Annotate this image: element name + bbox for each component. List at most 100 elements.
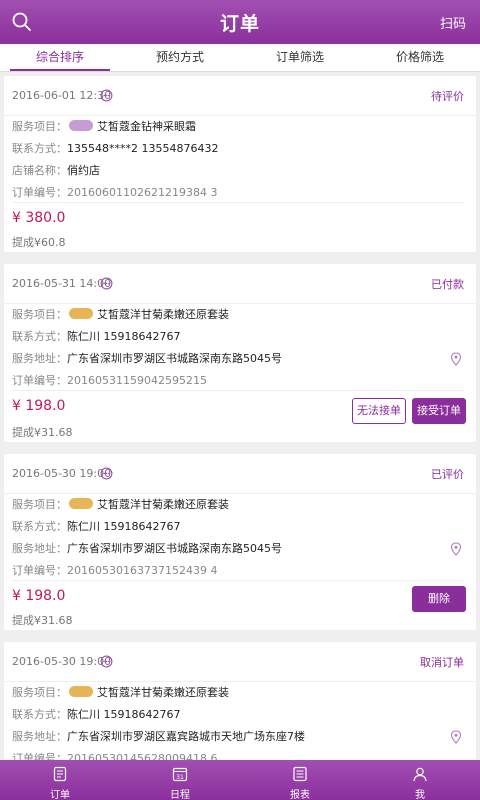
app-header: 订单 扫码 (0, 0, 480, 44)
service-name: 艾皙蔻洋甘菊柔嫩还原套装 (97, 308, 229, 321)
nav-label: 日程 (170, 790, 190, 800)
nav-reports[interactable]: 报表 (240, 760, 360, 800)
service-tag-icon (69, 120, 93, 131)
order-no-row: 订单编号：20160530163737152439 4 (12, 562, 217, 578)
commission: 提成¥31.68 (12, 426, 73, 439)
tab-price-filter[interactable]: 价格筛选 (360, 44, 480, 71)
order-time: 2016-05-31 14:00 (12, 277, 112, 290)
order-card[interactable]: 2016-06-01 12:30 待评价 服务项目： 艾皙蔻金钻神采眼霜 联系方式… (4, 76, 476, 252)
location-pin-icon[interactable] (450, 542, 462, 556)
order-no-row: 订单编号：20160601102621219384 3 (12, 184, 217, 200)
contact-row: 联系方式：陈仁川 15918642767 (12, 518, 180, 534)
accept-order-button[interactable]: 接受订单 (412, 398, 466, 424)
divider (12, 580, 464, 581)
location-pin-icon[interactable] (450, 352, 462, 366)
user-icon (413, 767, 427, 782)
location-pin-icon[interactable] (450, 730, 462, 744)
label: 服务地址： (12, 542, 67, 555)
order-status: 取消订单 (420, 656, 464, 669)
tab-order-filter[interactable]: 订单筛选 (240, 44, 360, 71)
contact-value: 陈仁川 15918642767 (67, 520, 181, 533)
service-name: 艾皙蔻洋甘菊柔嫩还原套装 (97, 498, 229, 511)
label: 订单编号： (12, 752, 67, 760)
report-icon (293, 766, 307, 782)
order-number: 20160601102621219384 3 (67, 186, 218, 199)
service-name: 艾皙蔻洋甘菊柔嫩还原套装 (97, 686, 229, 699)
address-value: 广东省深圳市罗湖区书城路深南东路5045号 (67, 352, 282, 365)
label: 联系方式： (12, 330, 67, 343)
order-number: 20160530163737152439 4 (67, 564, 218, 577)
address-row: 服务地址：广东省深圳市罗湖区嘉宾路城市天地广场东座7楼 (12, 728, 305, 744)
address-row: 服务地址：广东省深圳市罗湖区书城路深南东路5045号 (12, 350, 282, 366)
service-name: 艾皙蔻金钻神采眼霜 (97, 120, 196, 133)
label: 订单编号： (12, 564, 67, 577)
label: 服务项目： (12, 120, 67, 133)
service-row: 服务项目： 艾皙蔻洋甘菊柔嫩还原套装 (12, 496, 229, 512)
label: 服务地址： (12, 352, 67, 365)
order-price: ¥ 380.0 (12, 210, 66, 226)
tab-sort[interactable]: 综合排序 (0, 44, 120, 71)
contact-value: 135548****2 13554876432 (67, 142, 219, 155)
search-icon[interactable] (10, 10, 34, 34)
order-time: 2016-05-30 19:00 (12, 655, 112, 668)
order-number: 20160531159042595215 (67, 374, 207, 387)
address-value: 广东省深圳市罗湖区书城路深南东路5045号 (67, 542, 282, 555)
contact-value: 陈仁川 15918642767 (67, 330, 181, 343)
address-row: 服务地址：广东省深圳市罗湖区书城路深南东路5045号 (12, 540, 282, 556)
chat-icon[interactable] (100, 467, 113, 480)
order-card[interactable]: 2016-05-30 19:00 已评价 服务项目： 艾皙蔻洋甘菊柔嫩还原套装 联… (4, 454, 476, 630)
commission: 提成¥60.8 (12, 236, 66, 249)
order-number: 20160530145628009418 6 (67, 752, 218, 760)
contact-row: 联系方式：陈仁川 15918642767 (12, 706, 180, 722)
scan-button[interactable]: 扫码 (440, 13, 466, 32)
nav-label: 报表 (290, 790, 310, 800)
chat-icon[interactable] (100, 655, 113, 668)
label: 联系方式： (12, 520, 67, 533)
order-price: ¥ 198.0 (12, 588, 66, 604)
label: 联系方式： (12, 142, 67, 155)
service-row: 服务项目： 艾皙蔻洋甘菊柔嫩还原套装 (12, 684, 229, 700)
calendar-day: 31 (176, 774, 184, 781)
service-tag-icon (69, 308, 93, 319)
nav-orders[interactable]: 订单 (0, 760, 120, 800)
address-value: 广东省深圳市罗湖区嘉宾路城市天地广场东座7楼 (67, 730, 305, 743)
order-header: 2016-05-31 14:00 已付款 (4, 264, 476, 304)
order-header: 2016-05-30 19:00 已评价 (4, 454, 476, 494)
order-price: ¥ 198.0 (12, 398, 66, 414)
order-no-row: 订单编号：20160531159042595215 (12, 372, 207, 388)
page-title: 订单 (219, 12, 260, 35)
nav-label: 订单 (50, 790, 70, 800)
order-header: 2016-05-30 19:00 取消订单 (4, 642, 476, 682)
delete-order-button[interactable]: 删除 (412, 586, 466, 612)
service-row: 服务项目： 艾皙蔻洋甘菊柔嫩还原套装 (12, 306, 229, 322)
order-list-icon (53, 766, 67, 782)
store-name: 俏约店 (67, 164, 100, 177)
contact-row: 联系方式：135548****2 13554876432 (12, 140, 218, 156)
nav-me[interactable]: 我 (360, 760, 480, 800)
order-card[interactable]: 2016-05-31 14:00 已付款 服务项目： 艾皙蔻洋甘菊柔嫩还原套装 联… (4, 264, 476, 442)
commission: 提成¥31.68 (12, 614, 73, 627)
reject-order-button[interactable]: 无法接单 (352, 398, 406, 424)
chat-icon[interactable] (100, 89, 113, 102)
tab-booking[interactable]: 预约方式 (120, 44, 240, 71)
order-list[interactable]: 2016-06-01 12:30 待评价 服务项目： 艾皙蔻金钻神采眼霜 联系方式… (0, 76, 480, 760)
order-status: 已评价 (431, 468, 464, 481)
bottom-nav: 订单 31 日程 报表 我 (0, 760, 480, 800)
contact-row: 联系方式：陈仁川 15918642767 (12, 328, 180, 344)
filter-tabs: 综合排序 预约方式 订单筛选 价格筛选 (0, 44, 480, 72)
order-time: 2016-06-01 12:30 (12, 89, 112, 102)
order-header: 2016-06-01 12:30 待评价 (4, 76, 476, 116)
label: 订单编号： (12, 374, 67, 387)
order-time: 2016-05-30 19:00 (12, 467, 112, 480)
divider (12, 202, 464, 203)
order-status: 待评价 (431, 90, 464, 103)
chat-icon[interactable] (100, 277, 113, 290)
store-row: 店铺名称：俏约店 (12, 162, 100, 178)
label: 服务项目： (12, 308, 67, 321)
service-tag-icon (69, 498, 93, 509)
order-card[interactable]: 2016-05-30 19:00 取消订单 服务项目： 艾皙蔻洋甘菊柔嫩还原套装 … (4, 642, 476, 760)
calendar-icon: 31 (172, 767, 188, 782)
label: 联系方式： (12, 708, 67, 721)
nav-schedule[interactable]: 31 日程 (120, 760, 240, 800)
order-no-row: 订单编号：20160530145628009418 6 (12, 750, 217, 760)
